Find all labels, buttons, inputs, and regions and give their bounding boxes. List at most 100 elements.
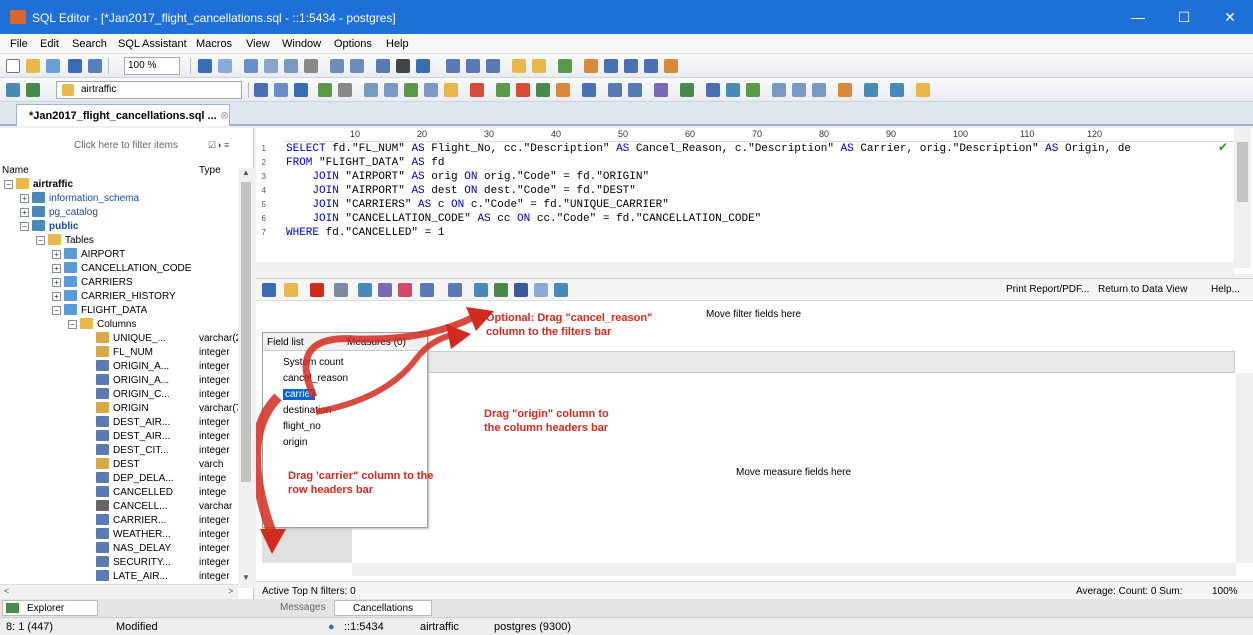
close-button[interactable]: ✕ <box>1207 0 1253 34</box>
grid-icon[interactable] <box>536 83 550 97</box>
window-icon[interactable] <box>628 83 642 97</box>
tree-node[interactable]: + CANCELLATION_CODE <box>52 262 191 276</box>
expand-icon[interactable]: − <box>68 320 77 329</box>
commit-icon[interactable] <box>318 83 332 97</box>
stop-icon[interactable] <box>470 83 484 97</box>
sql-icon[interactable] <box>706 83 720 97</box>
execute-step-icon[interactable] <box>274 83 288 97</box>
save-all-icon[interactable] <box>46 59 60 73</box>
tools-icon[interactable] <box>664 59 678 73</box>
tab-messages[interactable]: Messages <box>262 600 332 616</box>
sql-line[interactable]: SELECT fd."FL_NUM" AS Flight_No, cc."Des… <box>286 142 1131 156</box>
bind-icon[interactable] <box>772 83 786 97</box>
tables-icon[interactable] <box>424 83 438 97</box>
find-next-icon[interactable] <box>466 59 480 73</box>
menu-help[interactable]: Help <box>386 38 409 50</box>
paragraph-icon[interactable] <box>396 59 410 73</box>
tree-node[interactable]: − FLIGHT_DATA <box>52 304 147 318</box>
pivot-icon[interactable] <box>582 83 596 97</box>
filter-icon[interactable] <box>654 83 668 97</box>
menu-window[interactable]: Window <box>282 38 321 50</box>
sql-line[interactable]: WHERE fd."CANCELLED" = 1 <box>286 226 444 240</box>
align-right-icon[interactable] <box>644 59 658 73</box>
debug-icon[interactable] <box>792 83 806 97</box>
hint-icon[interactable] <box>916 83 930 97</box>
expand-icon[interactable]: + <box>52 264 61 273</box>
spell-icon[interactable] <box>680 83 694 97</box>
menu-macros[interactable]: Macros <box>196 38 232 50</box>
tree-node[interactable]: + CARRIER_HISTORY <box>52 290 176 304</box>
bookmark-icon[interactable] <box>584 59 598 73</box>
explorer-hscrollbar[interactable]: < > <box>0 584 238 599</box>
redo-icon[interactable] <box>218 59 232 73</box>
pivot-zoom[interactable]: 100% <box>1212 586 1238 597</box>
database-select[interactable]: airtraffic <box>56 81 242 99</box>
analyze-icon[interactable] <box>726 83 740 97</box>
sql-line[interactable]: JOIN "CANCELLATION_CODE" AS cc ON cc."Co… <box>286 212 761 226</box>
expand-icon[interactable]: − <box>4 180 13 189</box>
expand-icon[interactable]: + <box>52 292 61 301</box>
tree-node[interactable]: − Columns <box>68 318 136 332</box>
indent-icon[interactable] <box>330 59 344 73</box>
run-script-icon[interactable] <box>746 83 760 97</box>
describe-icon[interactable] <box>890 83 904 97</box>
expand-icon[interactable]: + <box>20 208 29 217</box>
tree-node[interactable]: + pg_catalog <box>20 206 98 220</box>
tree-node[interactable]: − Tables <box>36 234 94 248</box>
connect-icon[interactable] <box>6 83 20 97</box>
tree-node[interactable]: − public <box>20 220 78 234</box>
explorer-scrollbar[interactable]: ▲ ▼ <box>238 168 254 588</box>
find-icon[interactable] <box>446 59 460 73</box>
editor-scrollbar[interactable] <box>1234 128 1251 268</box>
tree-node[interactable]: + AIRPORT <box>52 248 125 262</box>
expand-icon[interactable]: − <box>52 306 61 315</box>
cut-icon[interactable] <box>244 59 258 73</box>
chart-icon[interactable] <box>556 83 570 97</box>
replace-icon[interactable] <box>486 59 500 73</box>
sort-asc-icon[interactable] <box>512 59 526 73</box>
editor-hscrollbar[interactable] <box>256 262 1234 274</box>
open-icon[interactable] <box>26 59 40 73</box>
delete-icon[interactable] <box>304 59 318 73</box>
sql-line[interactable]: JOIN "AIRPORT" AS orig ON orig."Code" = … <box>286 170 649 184</box>
sql-line[interactable]: JOIN "CARRIERS" AS c ON c."Code" = fd."U… <box>286 198 668 212</box>
expand-icon[interactable]: − <box>36 236 45 245</box>
schema-icon[interactable] <box>384 83 398 97</box>
menu-edit[interactable]: Edit <box>40 38 59 50</box>
sql-editor[interactable]: 10 20 30 40 50 60 70 80 90 100 110 120 1 SELECT fd."… <box>256 128 1253 274</box>
menu-search[interactable]: Search <box>72 38 107 50</box>
format-icon[interactable] <box>558 59 572 73</box>
refresh-icon[interactable] <box>26 83 40 97</box>
trace-icon[interactable] <box>812 83 826 97</box>
menu-options[interactable]: Options <box>334 38 372 50</box>
tree-node[interactable]: + CARRIERS <box>52 276 133 290</box>
wrap-icon[interactable] <box>416 59 430 73</box>
plan-icon[interactable] <box>294 83 308 97</box>
copy-icon[interactable] <box>264 59 278 73</box>
tab-sql-file[interactable]: *Jan2017_flight_cancellations.sql ... ⊗ <box>16 104 230 126</box>
undo-icon[interactable] <box>198 59 212 73</box>
expand-icon[interactable]: + <box>52 250 61 259</box>
align-center-icon[interactable] <box>624 59 638 73</box>
tab-cancellations[interactable]: Cancellations <box>334 600 432 616</box>
column-header-name[interactable]: Name <box>2 165 29 176</box>
lookup-icon[interactable] <box>864 83 878 97</box>
expand-icon[interactable]: + <box>52 278 61 287</box>
report-icon[interactable] <box>608 83 622 97</box>
expand-icon[interactable]: + <box>20 194 29 203</box>
menu-view[interactable]: View <box>246 38 270 50</box>
expand-icon[interactable]: − <box>20 222 29 231</box>
query-builder-icon[interactable] <box>364 83 378 97</box>
filter-options-icon[interactable]: ☑◑ ≡ <box>208 140 229 151</box>
tree-node[interactable]: − airtraffic <box>4 178 73 192</box>
save-icon[interactable] <box>68 59 82 73</box>
history-icon[interactable] <box>444 83 458 97</box>
menu-file[interactable]: File <box>10 38 28 50</box>
rollback-icon[interactable] <box>338 83 352 97</box>
print-icon[interactable] <box>88 59 102 73</box>
minimize-button[interactable]: — <box>1115 0 1161 34</box>
close-tab-icon[interactable]: ⊗ <box>220 110 229 122</box>
comment-icon[interactable] <box>376 59 390 73</box>
execute-icon[interactable] <box>254 83 268 97</box>
export-icon[interactable] <box>496 83 510 97</box>
